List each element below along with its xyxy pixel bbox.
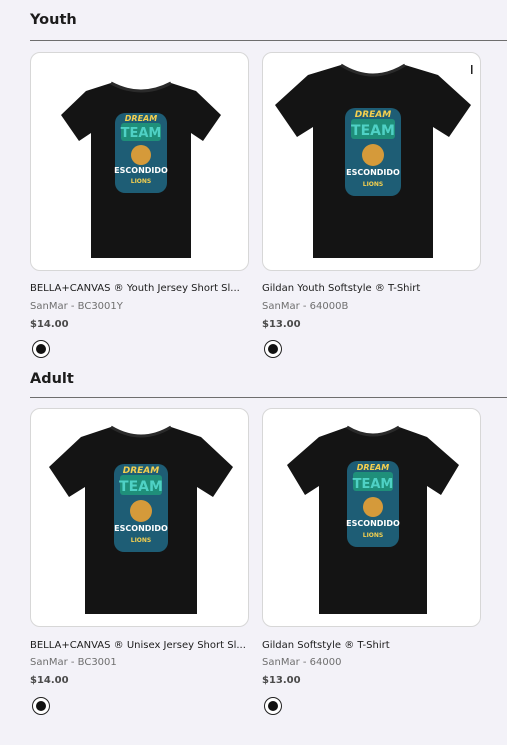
color-swatch-black[interactable] <box>264 697 282 715</box>
product-price: $13.00 <box>262 319 301 330</box>
product-name[interactable]: BELLA+CANVAS ® Youth Jersey Short Sl... <box>30 283 245 294</box>
product-sku: SanMar - 64000B <box>262 301 349 312</box>
product-card-image[interactable]: DREAM TEAM ESCONDIDO LIONS <box>30 408 249 627</box>
svg-text:LIONS: LIONS <box>131 178 152 185</box>
product-sku: SanMar - 64000 <box>262 657 342 668</box>
svg-text:ESCONDIDO: ESCONDIDO <box>114 524 168 533</box>
tshirt-image: DREAM TEAM ESCONDIDO LIONS <box>287 425 459 614</box>
svg-text:ESCONDIDO: ESCONDIDO <box>346 519 400 528</box>
product-price: $13.00 <box>262 675 301 686</box>
svg-text:DREAM: DREAM <box>357 463 389 472</box>
product-price: $14.00 <box>30 675 69 686</box>
svg-text:ESCONDIDO: ESCONDIDO <box>346 168 400 177</box>
svg-text:DREAM: DREAM <box>123 466 160 476</box>
product-card-image[interactable]: DREAM TEAM ESCONDIDO LIONS <box>262 408 481 627</box>
svg-text:LIONS: LIONS <box>363 532 384 539</box>
section-divider <box>30 397 507 398</box>
product-card-image[interactable]: DREAM TEAM ESCONDIDO LIONS <box>262 52 481 271</box>
svg-text:DREAM: DREAM <box>355 110 392 120</box>
svg-text:ESCONDIDO: ESCONDIDO <box>114 166 168 175</box>
product-price: $14.00 <box>30 319 69 330</box>
product-card-image[interactable]: DREAM TEAM ESCONDIDO LIONS <box>30 52 249 271</box>
svg-text:TEAM: TEAM <box>119 479 163 495</box>
product-sku: SanMar - BC3001Y <box>30 301 123 312</box>
section-divider <box>30 40 507 41</box>
section-title-youth: Youth <box>30 12 77 28</box>
tshirt-image: DREAM TEAM ESCONDIDO LIONS <box>49 425 233 614</box>
color-swatch-black[interactable] <box>32 697 50 715</box>
svg-text:LIONS: LIONS <box>131 537 152 544</box>
svg-text:TEAM: TEAM <box>121 126 162 141</box>
color-swatch-black[interactable] <box>264 340 282 358</box>
svg-text:LIONS: LIONS <box>363 181 384 188</box>
svg-text:TEAM: TEAM <box>353 477 394 492</box>
svg-text:TEAM: TEAM <box>351 123 395 139</box>
product-sku: SanMar - BC3001 <box>30 657 117 668</box>
product-name[interactable]: Gildan Softstyle ® T-Shirt <box>262 640 477 651</box>
product-name[interactable]: BELLA+CANVAS ® Unisex Jersey Short Sl... <box>30 640 245 651</box>
product-name[interactable]: Gildan Youth Softstyle ® T-Shirt <box>262 283 477 294</box>
color-swatch-black[interactable] <box>32 340 50 358</box>
tshirt-image: DREAM TEAM ESCONDIDO LIONS <box>61 81 221 258</box>
svg-text:DREAM: DREAM <box>125 114 157 123</box>
tshirt-image: DREAM TEAM ESCONDIDO LIONS <box>275 63 473 258</box>
section-title-adult: Adult <box>30 371 74 387</box>
